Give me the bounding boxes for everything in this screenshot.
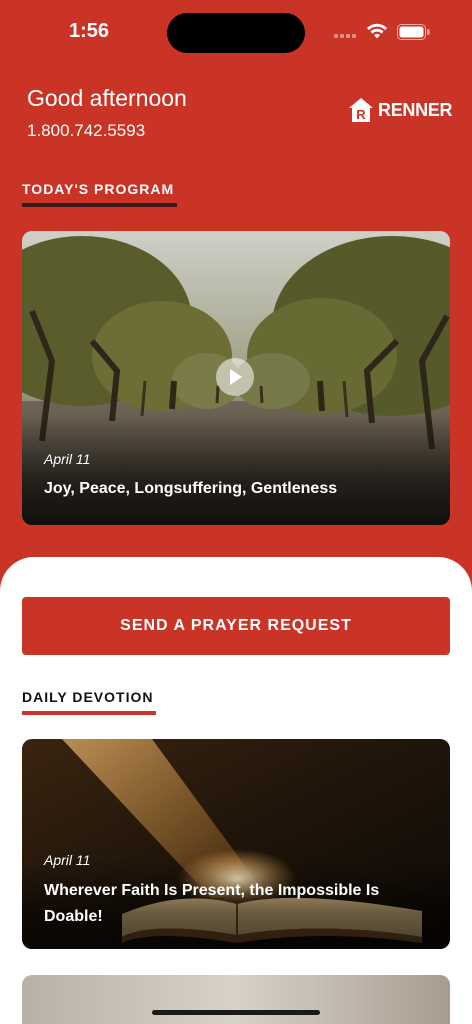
- wifi-icon: [367, 23, 387, 39]
- logo-text: RENNER: [378, 99, 453, 120]
- phone-number-link[interactable]: 1.800.742.5593: [27, 121, 145, 141]
- status-time: 1:56: [69, 20, 110, 42]
- next-card-image: [22, 975, 450, 1024]
- devotion-card[interactable]: April 11 Wherever Faith Is Present, the …: [22, 739, 450, 949]
- devotion-title: Wherever Faith Is Present, the Impossibl…: [44, 882, 380, 925]
- greeting-text: Good afternoon: [27, 85, 187, 111]
- renner-logo: R RENNER: [348, 97, 453, 123]
- section-underline: [22, 203, 177, 207]
- svg-text:R: R: [356, 107, 366, 122]
- program-date: April 11: [44, 451, 91, 467]
- dynamic-island: [167, 13, 305, 53]
- program-title: Joy, Peace, Longsuffering, Gentleness: [44, 480, 338, 497]
- todays-program-heading: TODAY'S PROGRAM: [22, 181, 177, 207]
- card-gradient-overlay: [22, 415, 450, 525]
- program-card[interactable]: April 11 Joy, Peace, Longsuffering, Gent…: [22, 231, 450, 525]
- cellular-signal-icon: [334, 34, 356, 38]
- play-button[interactable]: [216, 358, 254, 396]
- section-underline: [22, 711, 156, 715]
- renner-logo-icon: R: [349, 98, 373, 122]
- battery-icon: [397, 24, 430, 40]
- devotion-date: April 11: [44, 852, 91, 868]
- play-icon: [230, 369, 242, 385]
- daily-devotion-heading: DAILY DEVOTION: [22, 689, 156, 715]
- section-title-text: TODAY'S PROGRAM: [22, 181, 175, 197]
- home-indicator[interactable]: [152, 1010, 320, 1015]
- send-prayer-request-button[interactable]: SEND A PRAYER REQUEST: [22, 597, 450, 655]
- status-bar: 1:56: [0, 0, 472, 62]
- next-card-preview[interactable]: [22, 975, 450, 1024]
- section-title-text: DAILY DEVOTION: [22, 689, 154, 705]
